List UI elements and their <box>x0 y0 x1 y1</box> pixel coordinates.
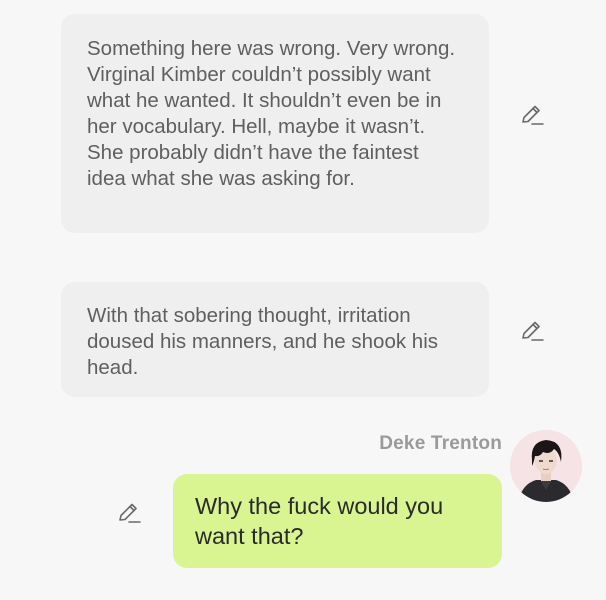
message-text: With that sobering thought, irritation d… <box>87 304 439 379</box>
message-text: Why the fuck would you want that? <box>195 493 444 549</box>
character-message-bubble: Why the fuck would you want that? <box>173 474 502 568</box>
edit-pencil-icon[interactable] <box>116 500 142 526</box>
narration-message: With that sobering thought, irritation d… <box>61 282 489 397</box>
edit-pencil-icon[interactable] <box>519 318 545 344</box>
edit-pencil-icon[interactable] <box>519 102 545 128</box>
message-text: Something here was wrong. Very wrong. Vi… <box>87 37 456 190</box>
speaker-name: Deke Trenton <box>379 433 502 454</box>
narration-message: Something here was wrong. Very wrong. Vi… <box>61 14 489 233</box>
character-avatar[interactable] <box>510 430 582 502</box>
